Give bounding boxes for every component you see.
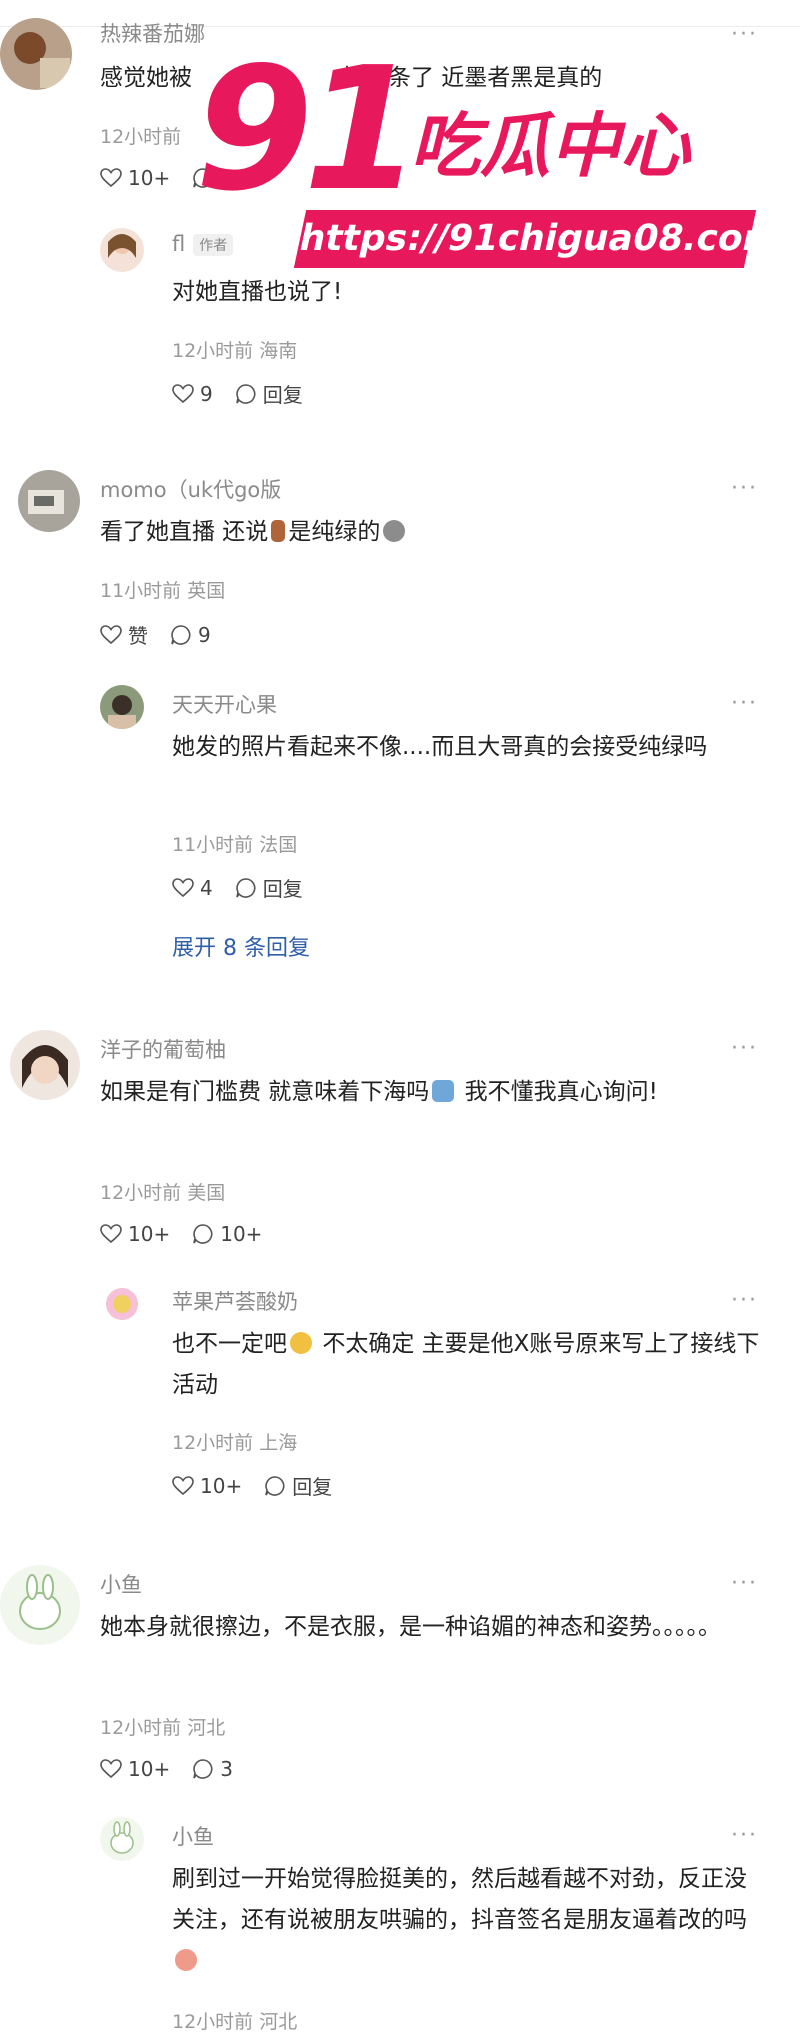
comment-icon bbox=[265, 1475, 285, 1496]
more-options-icon[interactable]: ··· bbox=[731, 1571, 758, 1596]
username[interactable]: 洋子的葡萄柚 bbox=[100, 1034, 226, 1064]
heart-icon bbox=[172, 383, 194, 403]
reply-button[interactable]: 回复 bbox=[235, 379, 303, 408]
username[interactable]: momo（uk代go版 bbox=[100, 474, 281, 504]
door-emoji-icon bbox=[271, 520, 286, 542]
reply-meta: 12小时前 海南 bbox=[172, 340, 298, 362]
heart-icon bbox=[100, 624, 122, 644]
like-button[interactable]: 10+ bbox=[100, 166, 170, 190]
comment-meta: 11小时前 英国 bbox=[100, 580, 226, 602]
expand-replies-link[interactable]: 展开 8 条回复 bbox=[172, 930, 310, 962]
pleading-face-icon bbox=[175, 1949, 197, 1971]
comment-icon bbox=[193, 1759, 213, 1779]
heart-icon bbox=[100, 1759, 122, 1779]
watermark-title: 吃瓜中心 bbox=[410, 105, 690, 187]
comment-text: 她本身就很擦边，不是衣服，是一种谄媚的神态和姿势。。。。。 bbox=[100, 1614, 721, 1640]
comment-meta: 12小时前 美国 bbox=[100, 1182, 226, 1204]
cat-emoji-icon bbox=[383, 520, 406, 542]
more-options-icon[interactable]: ··· bbox=[731, 476, 758, 501]
reply-avatar[interactable] bbox=[100, 1817, 144, 1861]
reply-username[interactable]: 苹果芦荟酸奶 bbox=[172, 1286, 298, 1316]
reply-actions: 9 回复 bbox=[172, 379, 325, 408]
comment-icon bbox=[235, 877, 256, 898]
reply-username[interactable]: 天天开心果 bbox=[172, 689, 277, 719]
watermark-logo: 91 吃瓜中心 https://91chigua08.com bbox=[195, 31, 785, 290]
comment-icon bbox=[235, 383, 256, 404]
watermark-number: 91 bbox=[195, 31, 422, 229]
reply-meta: 12小时前 上海 bbox=[172, 1432, 298, 1454]
comment-meta: 12小时前 bbox=[100, 126, 182, 148]
reply-avatar[interactable] bbox=[100, 1282, 144, 1326]
reply-meta: 12小时前 河北 bbox=[172, 2011, 298, 2033]
like-button[interactable]: 10+ bbox=[100, 1222, 170, 1246]
username[interactable]: 热辣番茄娜 bbox=[100, 18, 205, 48]
comment-meta: 12小时前 河北 bbox=[100, 1717, 226, 1739]
reply-text: 也不一定吧 不太确定 主要是他X账号原来写上了接线下活动 bbox=[172, 1331, 760, 1398]
comment-actions: 赞 9 bbox=[100, 620, 233, 649]
avatar[interactable] bbox=[18, 470, 80, 532]
reply-count-button[interactable]: 9 bbox=[170, 623, 211, 647]
reply-actions: 4 回复 bbox=[172, 873, 325, 902]
more-options-icon[interactable]: ··· bbox=[731, 1288, 758, 1313]
like-button[interactable]: 4 bbox=[172, 876, 213, 900]
comment-actions: 10+ 3 bbox=[100, 1757, 255, 1781]
reply-actions: 10+ 回复 bbox=[172, 1471, 354, 1500]
reply-avatar[interactable] bbox=[100, 685, 144, 729]
comment-text: 如果是有门槛费 就意味着下海吗 我不懂我真心询问! bbox=[100, 1079, 658, 1105]
heart-icon bbox=[172, 1475, 194, 1495]
reply-text: 她发的照片看起来不像....而且大哥真的会接受纯绿吗 bbox=[172, 734, 708, 760]
avatar[interactable] bbox=[10, 1030, 80, 1100]
heart-icon bbox=[100, 1224, 122, 1244]
like-button[interactable]: 赞 bbox=[100, 620, 148, 649]
comment-icon bbox=[193, 1224, 213, 1244]
reply-text: 刷到过一开始觉得脸挺美的，然后越看越不对劲，反正没关注，还有说被朋友哄骗的，抖音… bbox=[172, 1859, 762, 1982]
reply-meta: 11小时前 法国 bbox=[172, 834, 298, 856]
username[interactable]: 小鱼 bbox=[100, 1569, 142, 1599]
like-button[interactable]: 10+ bbox=[172, 1474, 242, 1498]
comment-actions: 10+ 10+ bbox=[100, 1222, 284, 1246]
reply-username[interactable]: 小鱼 bbox=[172, 1821, 214, 1851]
avatar[interactable] bbox=[0, 18, 72, 90]
like-button[interactable]: 10+ bbox=[100, 1757, 170, 1781]
more-options-icon[interactable]: ··· bbox=[731, 1036, 758, 1061]
more-options-icon[interactable]: ··· bbox=[731, 1823, 758, 1848]
comment-icon bbox=[171, 624, 191, 645]
reply-count-button[interactable]: 3 bbox=[192, 1757, 233, 1781]
more-options-icon[interactable]: ··· bbox=[731, 691, 758, 716]
avatar[interactable] bbox=[0, 1565, 80, 1645]
heart-icon bbox=[172, 877, 194, 897]
heart-icon bbox=[100, 168, 122, 188]
watermark-url: https://91chigua08.com bbox=[293, 210, 785, 268]
reply-count-button[interactable]: 10+ bbox=[192, 1222, 262, 1246]
ocean-emoji-icon bbox=[432, 1080, 455, 1102]
worried-face-icon bbox=[290, 1332, 312, 1354]
reply-avatar[interactable] bbox=[100, 228, 144, 272]
reply-button[interactable]: 回复 bbox=[235, 873, 303, 902]
reply-button[interactable]: 回复 bbox=[264, 1471, 332, 1500]
like-button[interactable]: 9 bbox=[172, 382, 213, 406]
comment-text: 看了她直播 还说 是纯绿的 bbox=[100, 512, 740, 553]
